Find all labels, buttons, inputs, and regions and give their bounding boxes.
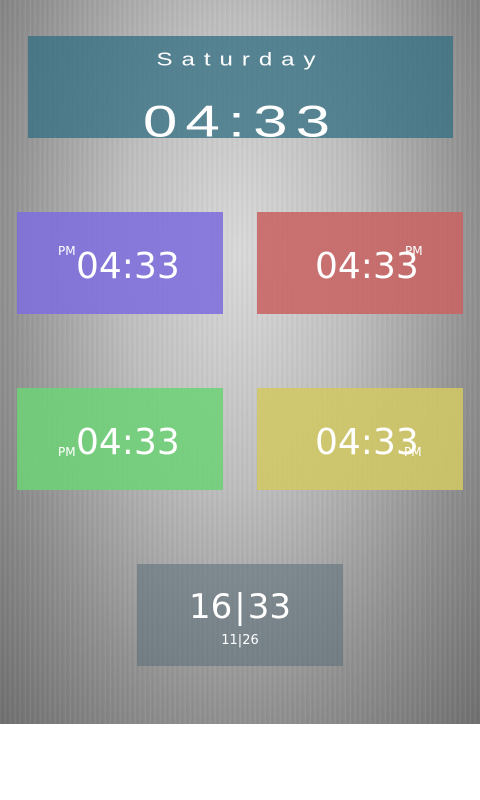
blank-bottom-area — [0, 724, 480, 800]
digital-clock-widget[interactable]: 16|33 11|26 — [137, 564, 343, 666]
month-value: 11 — [221, 633, 238, 648]
clock-time: 04:33 — [315, 246, 419, 287]
clock-widget-yellow[interactable]: 04:33 PM — [257, 388, 463, 490]
day-clock-widget[interactable]: Saturday 04:33 — [28, 36, 453, 147]
clock-time: 04:33 — [76, 422, 180, 463]
ampm-label: PM — [58, 244, 76, 258]
big-clock-time: 04:33 — [142, 96, 339, 147]
ampm-label: PM — [405, 244, 423, 258]
time-separator: | — [234, 587, 246, 627]
clock-widget-red[interactable]: 04:33 PM — [257, 212, 463, 314]
ampm-label: PM — [58, 445, 76, 459]
ampm-label: PM — [404, 445, 422, 459]
clock-widget-green[interactable]: PM 04:33 — [17, 388, 223, 490]
day-value: 26 — [242, 633, 259, 648]
date-row: 11|26 — [137, 634, 343, 647]
clock-time: 04:33 — [76, 246, 180, 287]
minute-value: 33 — [247, 587, 291, 627]
home-screen-background: Saturday 04:33 PM 04:33 04:33 PM PM 04:3… — [0, 0, 480, 724]
time-row: 16|33 — [137, 590, 343, 624]
hour-value: 16 — [189, 587, 233, 627]
day-label: Saturday — [156, 49, 325, 70]
clock-widget-purple[interactable]: PM 04:33 — [17, 212, 223, 314]
